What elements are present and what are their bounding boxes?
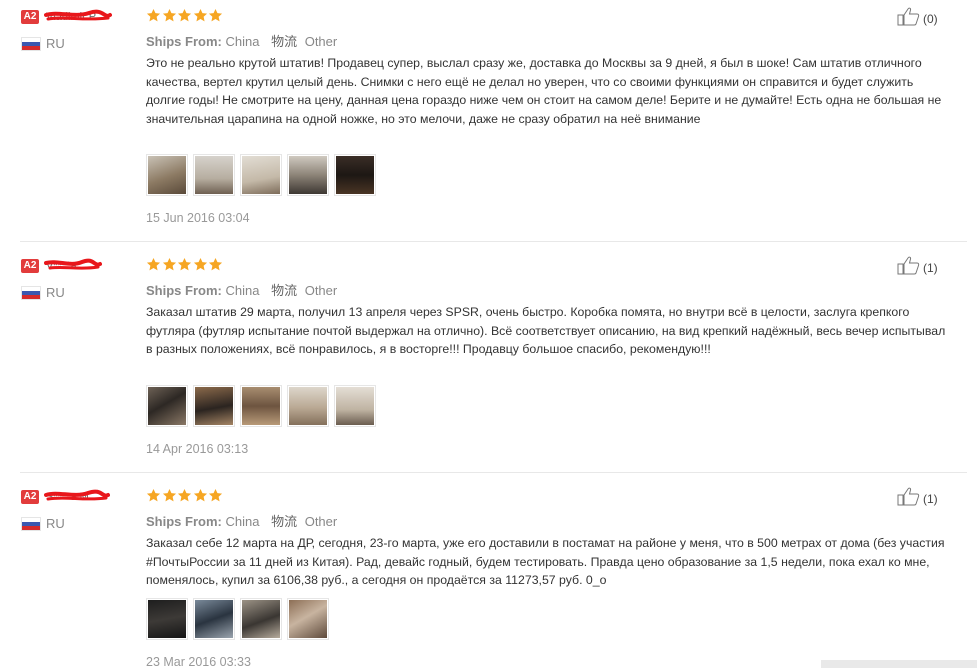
name-redaction-scribble [44, 258, 102, 270]
page-footer-strip [821, 660, 977, 668]
buyer-level-badge: A2 [21, 490, 39, 504]
ships-from-info: Ships From: China 物流 Other [146, 31, 337, 50]
logistics-label: 物流 [271, 514, 298, 529]
buyer-country: RU [46, 516, 65, 531]
review-divider [20, 241, 967, 242]
buyer-country: RU [46, 36, 65, 51]
name-redaction-scribble [44, 9, 112, 21]
thumbs-up-icon[interactable] [897, 255, 921, 275]
review-photos [146, 598, 334, 640]
ships-from-info: Ships From: China 物流 Other [146, 280, 337, 299]
rating-stars [146, 8, 224, 24]
review-photos [146, 154, 381, 196]
helpful-count: (0) [923, 12, 938, 26]
review-photo-thumbnail[interactable] [193, 154, 235, 196]
logistics-value: Other [304, 514, 338, 529]
star-icon [193, 8, 207, 22]
ships-from-info: Ships From: China 物流 Other [146, 511, 337, 530]
review-date: 15 Jun 2016 03:04 [146, 211, 250, 225]
ships-from-label: Ships From: [146, 34, 222, 49]
logistics-value: Other [304, 34, 338, 49]
review-photo-thumbnail[interactable] [287, 154, 329, 196]
ships-from-value: China [225, 283, 260, 298]
logistics-label: 物流 [271, 283, 298, 298]
review-photo-thumbnail[interactable] [334, 154, 376, 196]
review-photo-thumbnail[interactable] [287, 598, 329, 640]
review-photos [146, 385, 381, 427]
ships-from-label: Ships From: [146, 283, 222, 298]
rating-stars [146, 488, 224, 504]
star-icon [208, 257, 223, 271]
star-icon [193, 257, 207, 271]
logistics-value: Other [304, 283, 338, 298]
review-photo-thumbnail[interactable] [240, 154, 282, 196]
review-photo-thumbnail[interactable] [334, 385, 376, 427]
russia-flag-icon [21, 286, 41, 300]
review-text: Это не реально крутой штатив! Продавец с… [146, 56, 942, 126]
review-date: 23 Mar 2016 03:33 [146, 655, 251, 669]
name-redaction-scribble [44, 489, 110, 501]
review-text: Заказал себе 12 марта на ДР, сегодня, 23… [146, 536, 945, 587]
star-icon [177, 257, 192, 271]
buyer-level-badge: A2 [21, 10, 39, 24]
star-icon [162, 8, 176, 22]
review-photo-thumbnail[interactable] [193, 598, 235, 640]
buyer-level-badge: A2 [21, 259, 39, 273]
helpful-vote[interactable]: (1) [897, 486, 938, 506]
star-icon [146, 8, 161, 22]
star-icon [177, 488, 192, 502]
ships-from-label: Ships From: [146, 514, 222, 529]
star-icon [208, 488, 223, 502]
star-icon [177, 8, 192, 22]
review-photo-thumbnail[interactable] [240, 385, 282, 427]
logistics-label: 物流 [271, 34, 298, 49]
helpful-vote[interactable]: (1) [897, 255, 938, 275]
review-divider [20, 472, 967, 473]
star-icon [193, 488, 207, 502]
review-photo-thumbnail[interactable] [193, 385, 235, 427]
star-icon [162, 257, 176, 271]
russia-flag-icon [21, 517, 41, 531]
rating-stars [146, 257, 224, 273]
thumbs-up-icon[interactable] [897, 6, 921, 26]
star-icon [208, 8, 223, 22]
review-photo-thumbnail[interactable] [240, 598, 282, 640]
review-date: 14 Apr 2016 03:13 [146, 442, 249, 456]
buyer-country: RU [46, 285, 65, 300]
star-icon [146, 488, 161, 502]
review-photo-thumbnail[interactable] [146, 154, 188, 196]
russia-flag-icon [21, 37, 41, 51]
review-photo-thumbnail[interactable] [146, 385, 188, 427]
review-photo-thumbnail[interactable] [287, 385, 329, 427]
review-photo-thumbnail[interactable] [146, 598, 188, 640]
ships-from-value: China [225, 34, 260, 49]
ships-from-value: China [225, 514, 260, 529]
review-text: Заказал штатив 29 марта, получил 13 апре… [146, 305, 946, 356]
star-icon [162, 488, 176, 502]
thumbs-up-icon[interactable] [897, 486, 921, 506]
star-icon [146, 257, 161, 271]
helpful-vote[interactable]: (0) [897, 6, 938, 26]
helpful-count: (1) [923, 261, 938, 275]
helpful-count: (1) [923, 492, 938, 506]
